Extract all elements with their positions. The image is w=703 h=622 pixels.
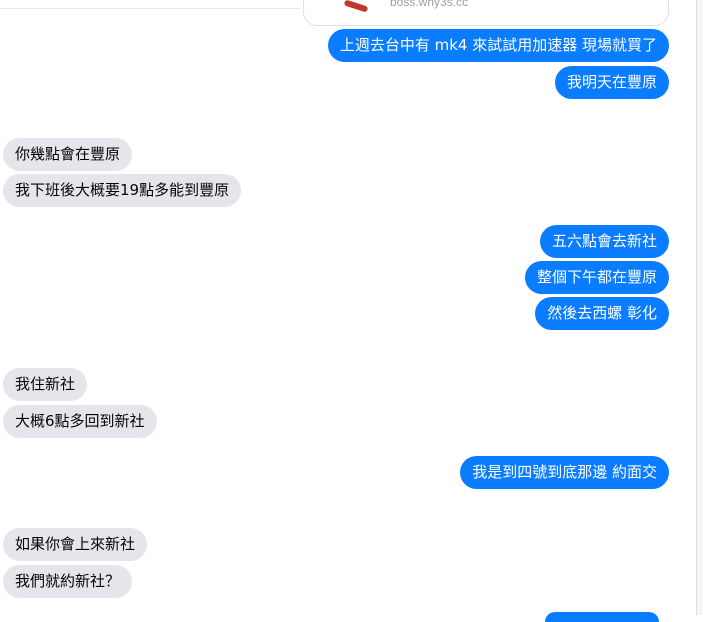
message-bubble-outgoing[interactable]: 五六點會去新社 [539,225,669,258]
message-bubble-outgoing[interactable]: 上週去台中有 mk4 來試試用加速器 現場就買了 [327,29,669,62]
link-thumbnail-image [343,0,369,13]
message-bubble-incoming[interactable]: 我住新社 [3,368,88,401]
chat-thread: boss.why3s.cc 上週去台中有 mk4 來試試用加速器 現場就買了 我… [0,0,696,622]
message-bubble-incoming[interactable]: 大概6點多回到新社 [3,405,157,438]
link-preview-card[interactable]: boss.why3s.cc [303,0,669,26]
message-bubble-outgoing[interactable]: 然後去西螺 彰化 [535,297,669,330]
message-bubble-outgoing-partial[interactable] [545,612,659,622]
message-bubble-outgoing[interactable]: 我是到四號到底那邊 約面交 [460,456,669,489]
message-bubble-incoming[interactable]: 如果你會上來新社 [3,528,148,561]
message-bubble-outgoing[interactable]: 我明天在豐原 [554,66,669,99]
message-bubble-incoming[interactable]: 我下班後大概要19點多能到豐原 [3,174,242,207]
message-bubble-incoming[interactable]: 你幾點會在豐原 [3,138,133,171]
scrollbar-track[interactable] [696,0,703,615]
divider [0,8,300,9]
message-bubble-outgoing[interactable]: 整個下午都在豐原 [524,261,669,294]
message-bubble-incoming[interactable]: 我們就約新社？ [3,565,133,598]
link-preview-url: boss.why3s.cc [390,0,469,9]
